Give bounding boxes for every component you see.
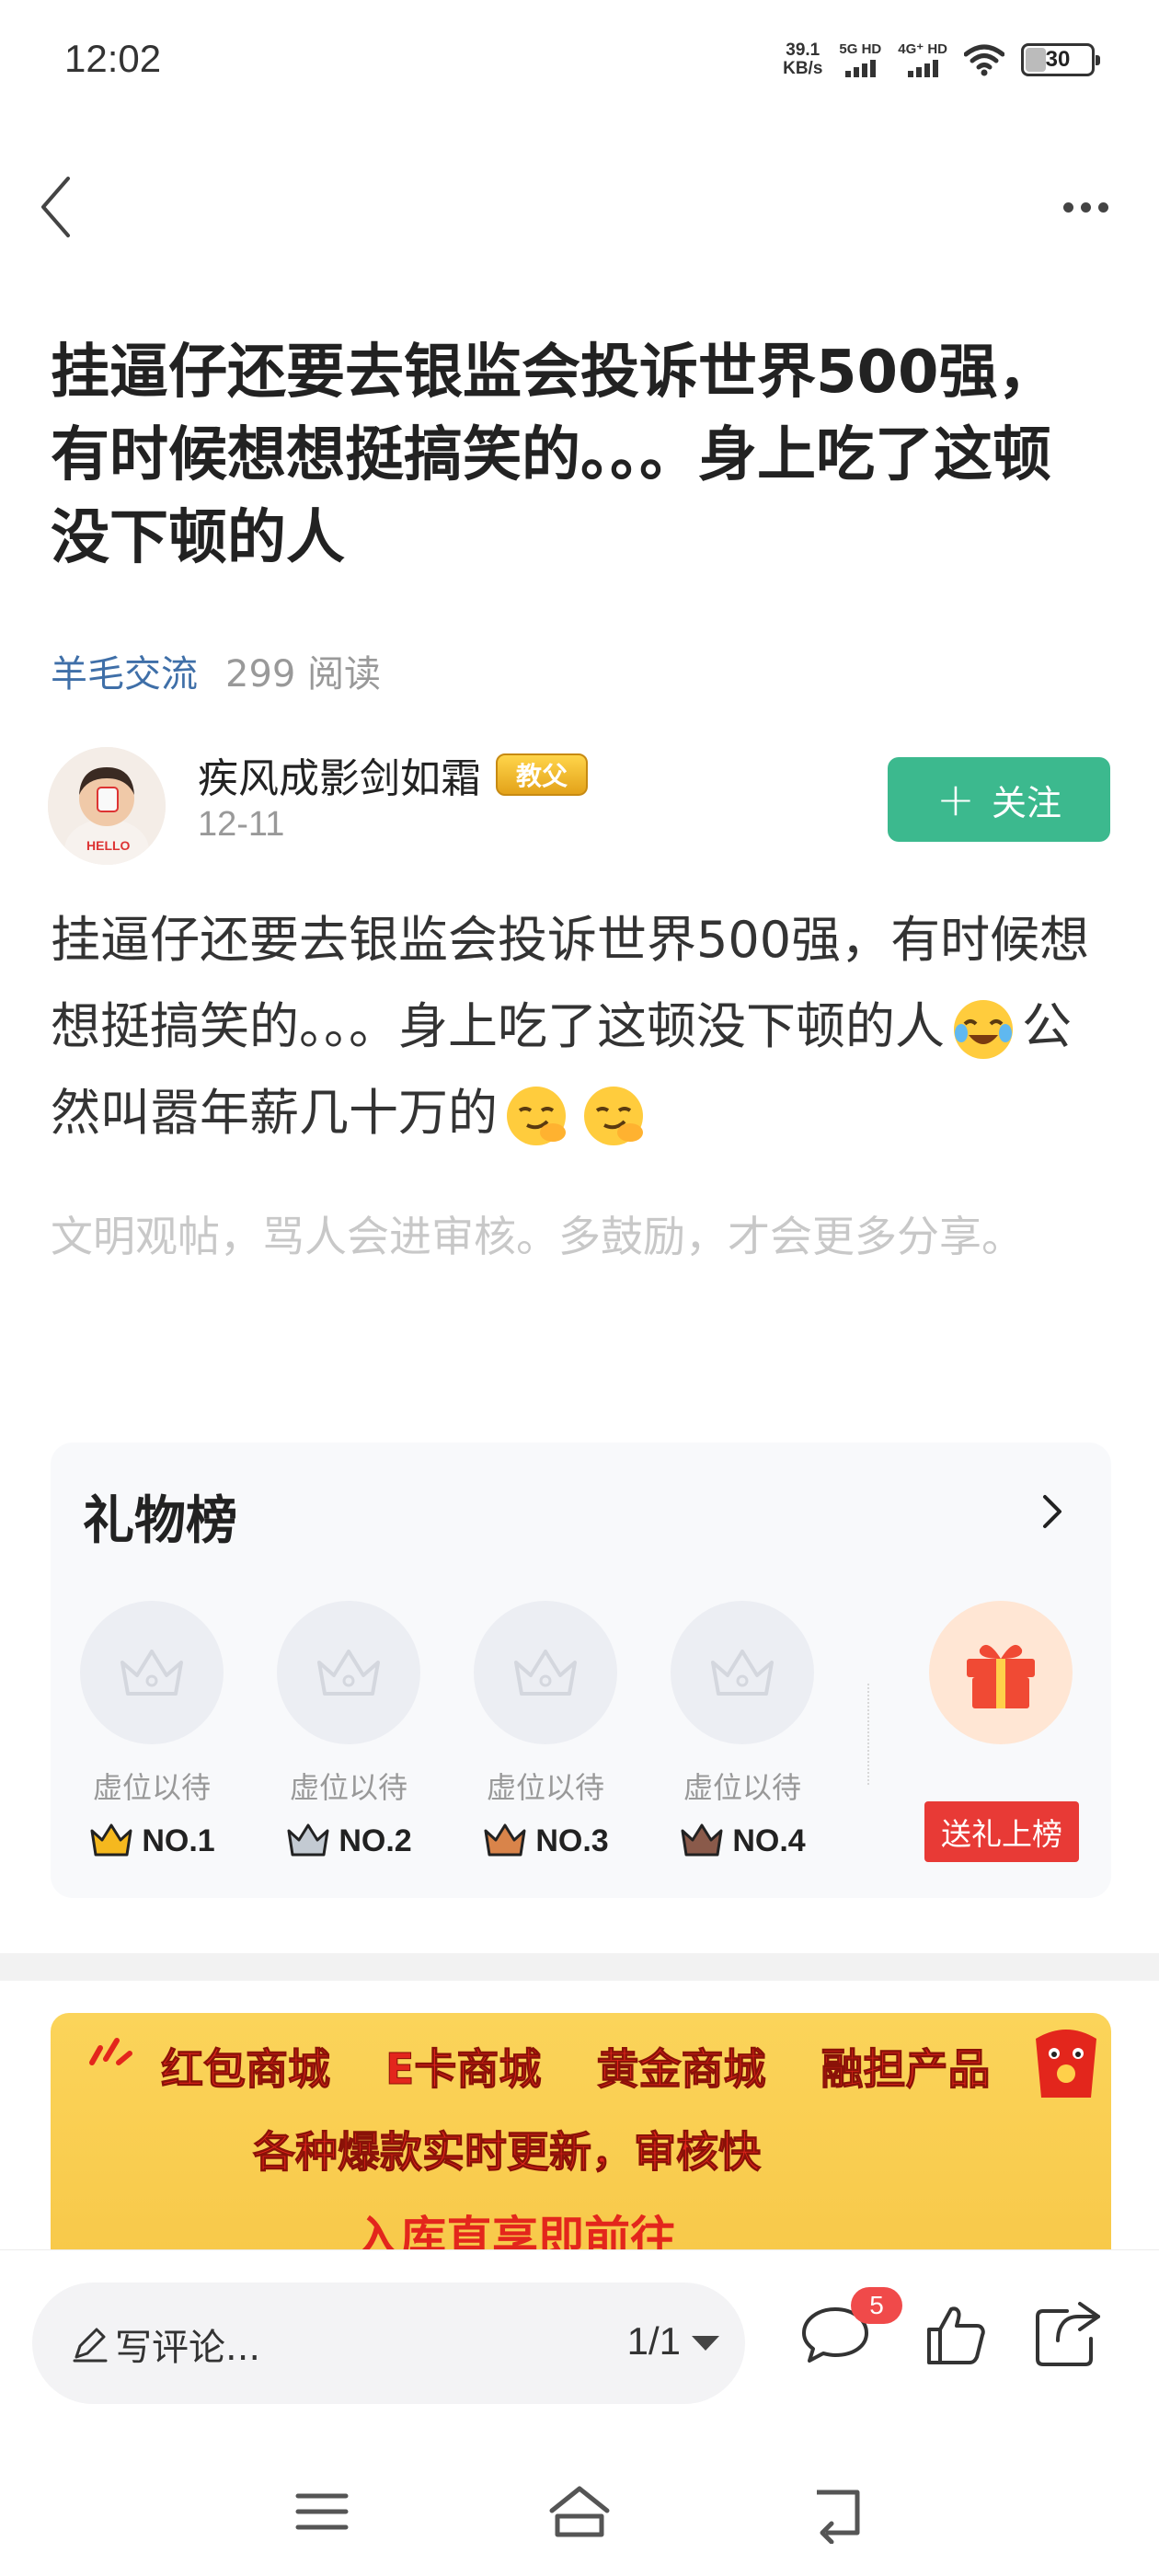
status-time: 12:02 xyxy=(64,37,162,80)
signal-5g-icon: 5G HD xyxy=(839,42,881,77)
more-button[interactable] xyxy=(1049,179,1122,235)
gift-slot[interactable]: 虚位以待 NO.1 xyxy=(78,1601,225,1860)
follow-label: 关注 xyxy=(991,782,1061,823)
post-title: 挂逼仔还要去银监会投诉世界500强，有时候想想挺搞笑的。。。身上吃了这顿没下顿的… xyxy=(51,339,1057,572)
slot-label: 虚位以待 xyxy=(92,1770,211,1805)
smirk-emoji-icon xyxy=(584,1087,643,1146)
empty-slot-avatar xyxy=(277,1601,420,1744)
home-icon[interactable] xyxy=(543,2479,616,2544)
slot-label: 虚位以待 xyxy=(486,1770,604,1805)
read-count: 299 阅读 xyxy=(225,653,382,696)
network-speed-value: 39.1 xyxy=(786,40,820,60)
civility-hint: 文明观帖，骂人会进审核。多鼓励，才会更多分享。 xyxy=(51,1212,1024,1261)
crown-outline-icon xyxy=(317,1650,380,1696)
post-body: 挂逼仔还要去银监会投诉世界500强，有时候想想挺搞笑的。。。身上吃了这顿没下顿的… xyxy=(51,897,1118,1156)
bottom-action-bar: 写评论... 1/1 5 xyxy=(0,2249,1159,2429)
smirk-emoji-icon xyxy=(507,1087,566,1146)
gift-slot[interactable]: 虚位以待 NO.3 xyxy=(472,1601,619,1860)
slot-rank: NO.2 xyxy=(275,1822,422,1860)
system-navigation-bar xyxy=(0,2429,1159,2576)
slot-label: 虚位以待 xyxy=(683,1770,801,1805)
section-separator xyxy=(0,1953,1159,1981)
dark-crown-icon xyxy=(681,1823,723,1857)
comment-placeholder: 写评论... xyxy=(69,2317,260,2371)
empty-slot-avatar xyxy=(80,1601,224,1744)
crown-outline-icon xyxy=(711,1650,774,1696)
avatar-image: HELLO xyxy=(48,747,166,865)
page-indicator[interactable]: 1/1 xyxy=(627,2319,681,2363)
bronze-crown-icon xyxy=(484,1823,526,1857)
back-nav-icon[interactable] xyxy=(800,2479,874,2544)
post-body-text: 挂逼仔还要去银监会投诉世界500强，有时候想想挺搞笑的。。。身上吃了这顿没下顿的… xyxy=(51,911,1090,1055)
ad-banner[interactable]: 红包商城 E卡商城 黄金商城 融担产品 各种爆款实时更新，审核快 入库直享即前往 xyxy=(51,2013,1111,2252)
empty-slot-avatar xyxy=(474,1601,617,1744)
gift-board: 礼物榜 虚位以待 NO.1 虚位以待 NO.2 虚位以待 NO.3 虚位以待 N… xyxy=(51,1443,1111,1898)
thumbs-up-icon[interactable] xyxy=(920,2298,993,2372)
share-icon[interactable] xyxy=(1030,2298,1104,2372)
back-button[interactable] xyxy=(28,166,83,248)
ad-slogan: 各种爆款实时更新，审核快 xyxy=(253,2127,762,2178)
post-date: 12-11 xyxy=(198,805,285,844)
status-icons: 39.1 KB/s 5G HD 4G⁺ HD 30 xyxy=(783,37,1100,83)
wifi-icon xyxy=(964,44,1004,76)
comment-input[interactable]: 写评论... 1/1 xyxy=(32,2283,745,2404)
author-badge: 教父 xyxy=(496,753,589,796)
gift-icon-button[interactable] xyxy=(929,1601,1073,1744)
battery-fill xyxy=(1026,48,1047,72)
comment-count-badge: 5 xyxy=(851,2287,902,2324)
silver-crown-icon xyxy=(287,1823,329,1857)
menu-icon[interactable] xyxy=(285,2479,359,2544)
sparkle-icon xyxy=(89,2038,132,2065)
chevron-left-icon xyxy=(41,177,70,237)
empty-slot-avatar xyxy=(671,1601,814,1744)
slot-rank: NO.1 xyxy=(78,1822,225,1860)
battery-level: 30 xyxy=(1045,47,1071,72)
crying-laugh-emoji-icon xyxy=(954,1000,1013,1060)
ad-categories: 红包商城 E卡商城 黄金商城 融担产品 xyxy=(161,2044,991,2095)
post-meta: 羊毛交流 299 阅读 xyxy=(51,644,381,697)
signal-4g-icon: 4G⁺ HD xyxy=(898,42,947,77)
ad-cta: 入库直享即前往 xyxy=(354,2212,676,2252)
status-bar: 12:02 39.1 KB/s 5G HD 4G⁺ HD 30 xyxy=(0,0,1159,120)
category-link[interactable]: 羊毛交流 xyxy=(51,644,198,697)
more-dots-icon xyxy=(1062,201,1073,213)
follow-button[interactable]: + 关注 xyxy=(888,757,1110,842)
plus-icon: + xyxy=(936,773,975,826)
gift-board-title: 礼物榜 xyxy=(83,1491,237,1551)
slot-rank: NO.3 xyxy=(472,1822,619,1860)
avatar[interactable]: HELLO xyxy=(48,747,166,865)
gift-divider xyxy=(867,1684,869,1785)
svg-text:HELLO: HELLO xyxy=(86,838,131,853)
pencil-icon xyxy=(73,2328,108,2363)
gift-slot[interactable]: 虚位以待 NO.4 xyxy=(669,1601,816,1860)
crown-outline-icon xyxy=(514,1650,577,1696)
send-gift-button[interactable]: 送礼上榜 xyxy=(924,1801,1079,1862)
caret-down-icon[interactable] xyxy=(692,2336,719,2351)
author-name[interactable]: 疾风成影剑如霜 xyxy=(198,745,481,804)
gift-slot[interactable]: 虚位以待 NO.2 xyxy=(275,1601,422,1860)
crown-outline-icon xyxy=(120,1650,183,1696)
chevron-right-icon[interactable] xyxy=(1028,1484,1074,1539)
red-envelope-mascot-icon xyxy=(1036,2030,1096,2098)
slot-label: 虚位以待 xyxy=(289,1770,407,1805)
battery-icon: 30 xyxy=(1021,43,1100,76)
author-info: 疾风成影剑如霜 教父 xyxy=(198,745,589,804)
network-speed-unit: KB/s xyxy=(783,59,823,78)
network-speed: 39.1 KB/s xyxy=(783,41,822,78)
gift-box-icon xyxy=(967,1644,1035,1708)
gold-crown-icon xyxy=(90,1823,132,1857)
slot-rank: NO.4 xyxy=(669,1822,816,1860)
